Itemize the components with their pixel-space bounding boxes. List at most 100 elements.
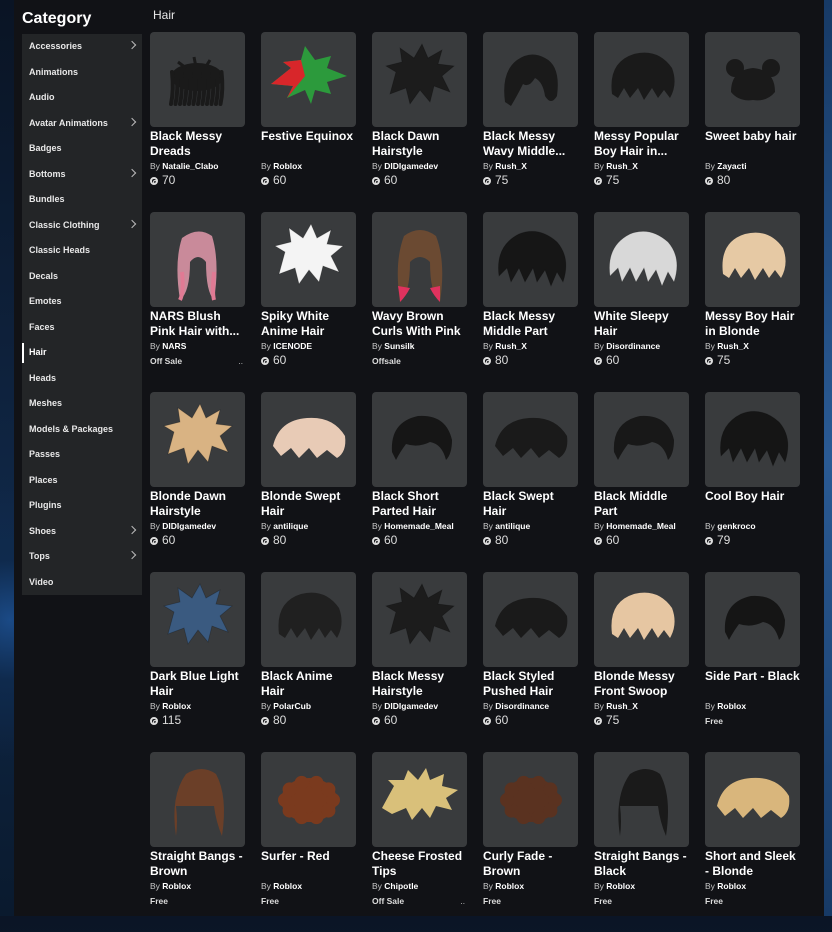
item-name[interactable]: Black Anime Hair [261, 669, 356, 699]
item-name[interactable]: White Sleepy Hair [594, 309, 689, 339]
sidebar-item-bottoms[interactable]: Bottoms [22, 162, 142, 188]
item-thumbnail[interactable] [705, 32, 800, 127]
item-name[interactable]: Cool Boy Hair [705, 489, 800, 519]
creator-link[interactable]: ICENODE [273, 341, 312, 351]
sidebar-item-faces[interactable]: Faces [22, 315, 142, 341]
sidebar-item-models-packages[interactable]: Models & Packages [22, 417, 142, 443]
sidebar-item-passes[interactable]: Passes [22, 442, 142, 468]
creator-link[interactable]: genkroco [717, 521, 755, 531]
creator-link[interactable]: Roblox [273, 881, 302, 891]
catalog-item-card[interactable]: Black Styled Pushed Hair By Disordinance 6… [483, 572, 578, 752]
item-thumbnail[interactable] [483, 752, 578, 847]
item-name[interactable]: Short and Sleek - Blonde [705, 849, 800, 879]
creator-link[interactable]: Disordinance [495, 701, 549, 711]
catalog-item-card[interactable]: Messy Boy Hair in Blonde By Rush_X 75 [705, 212, 800, 392]
creator-link[interactable]: NARS [162, 341, 186, 351]
item-thumbnail[interactable] [372, 392, 467, 487]
item-thumbnail[interactable] [483, 212, 578, 307]
creator-link[interactable]: Chipotle [384, 881, 418, 891]
item-thumbnail[interactable] [594, 212, 689, 307]
item-thumbnail[interactable] [150, 572, 245, 667]
creator-link[interactable]: Rush_X [495, 161, 527, 171]
item-name[interactable]: Spiky White Anime Hair [261, 309, 356, 339]
creator-link[interactable]: Sunsilk [384, 341, 414, 351]
item-thumbnail[interactable] [594, 572, 689, 667]
creator-link[interactable]: Zayacti [717, 161, 746, 171]
item-thumbnail[interactable] [594, 32, 689, 127]
creator-link[interactable]: DIDIgamedev [384, 701, 438, 711]
item-name[interactable]: Black Messy Middle Part [483, 309, 578, 339]
sidebar-item-audio[interactable]: Audio [22, 85, 142, 111]
catalog-item-card[interactable]: Blonde Dawn Hairstyle By DIDIgamedev 60 [150, 392, 245, 572]
sidebar-item-decals[interactable]: Decals [22, 264, 142, 290]
item-name[interactable]: Curly Fade - Brown [483, 849, 578, 879]
item-thumbnail[interactable] [372, 572, 467, 667]
item-thumbnail[interactable] [150, 392, 245, 487]
catalog-item-card[interactable]: Short and Sleek - Blonde By Roblox Free [705, 752, 800, 932]
item-name[interactable]: Black Short Parted Hair [372, 489, 467, 519]
catalog-item-card[interactable]: Surfer - Red By Roblox Free [261, 752, 356, 932]
catalog-item-card[interactable]: Dark Blue Light Hair By Roblox 115 [150, 572, 245, 752]
creator-link[interactable]: Rush_X [717, 341, 749, 351]
catalog-item-card[interactable]: Cheese Frosted Tips By Chipotle Off Sale.. [372, 752, 467, 932]
creator-link[interactable]: Roblox [717, 701, 746, 711]
item-name[interactable]: Straight Bangs - Black [594, 849, 689, 879]
creator-link[interactable]: Rush_X [495, 341, 527, 351]
creator-link[interactable]: Roblox [162, 881, 191, 891]
creator-link[interactable]: Disordinance [606, 341, 660, 351]
creator-link[interactable]: antilique [495, 521, 530, 531]
item-name[interactable]: Blonde Messy Front Swoop [594, 669, 689, 699]
catalog-item-card[interactable]: Wavy Brown Curls With Pink By Sunsilk Offs… [372, 212, 467, 392]
item-name[interactable]: Black Messy Dreads [150, 129, 245, 159]
creator-link[interactable]: DIDIgamedev [384, 161, 438, 171]
creator-link[interactable]: Roblox [495, 881, 524, 891]
catalog-item-card[interactable]: Straight Bangs - Black By Roblox Free [594, 752, 689, 932]
catalog-item-card[interactable]: Festive Equinox By Roblox 60 [261, 32, 356, 212]
sidebar-item-animations[interactable]: Animations [22, 60, 142, 86]
item-name[interactable]: Wavy Brown Curls With Pink [372, 309, 467, 339]
catalog-item-card[interactable]: NARS Blush Pink Hair with... By NARS Off S… [150, 212, 245, 392]
creator-link[interactable]: Natalie_Clabo [162, 161, 218, 171]
item-thumbnail[interactable] [150, 752, 245, 847]
item-name[interactable]: NARS Blush Pink Hair with... [150, 309, 245, 339]
sidebar-item-classic-clothing[interactable]: Classic Clothing [22, 213, 142, 239]
catalog-item-card[interactable]: Black Messy Middle Part By Rush_X 80 [483, 212, 578, 392]
item-name[interactable]: Festive Equinox [261, 129, 356, 159]
sidebar-item-classic-heads[interactable]: Classic Heads [22, 238, 142, 264]
creator-link[interactable]: DIDIgamedev [162, 521, 216, 531]
sidebar-item-emotes[interactable]: Emotes [22, 289, 142, 315]
sidebar-item-meshes[interactable]: Meshes [22, 391, 142, 417]
catalog-item-card[interactable]: Black Messy Wavy Middle... By Rush_X 75 [483, 32, 578, 212]
item-thumbnail[interactable] [261, 212, 356, 307]
catalog-item-card[interactable]: White Sleepy Hair By Disordinance 60 [594, 212, 689, 392]
item-name[interactable]: Surfer - Red [261, 849, 356, 879]
item-name[interactable]: Black Dawn Hairstyle [372, 129, 467, 159]
sidebar-item-tops[interactable]: Tops [22, 544, 142, 570]
sidebar-item-badges[interactable]: Badges [22, 136, 142, 162]
item-name[interactable]: Black Swept Hair [483, 489, 578, 519]
catalog-item-card[interactable]: Messy Popular Boy Hair in... By Rush_X 75 [594, 32, 689, 212]
item-name[interactable]: Dark Blue Light Hair [150, 669, 245, 699]
item-name[interactable]: Black Messy Wavy Middle... [483, 129, 578, 159]
item-thumbnail[interactable] [594, 752, 689, 847]
item-name[interactable]: Side Part - Black [705, 669, 800, 699]
sidebar-item-heads[interactable]: Heads [22, 366, 142, 392]
creator-link[interactable]: Homemade_Meal [606, 521, 675, 531]
item-thumbnail[interactable] [372, 752, 467, 847]
catalog-item-card[interactable]: Black Swept Hair By antilique 80 [483, 392, 578, 572]
catalog-item-card[interactable]: Black Short Parted Hair By Homemade_Meal 6… [372, 392, 467, 572]
sidebar-item-plugins[interactable]: Plugins [22, 493, 142, 519]
item-name[interactable]: Blonde Dawn Hairstyle [150, 489, 245, 519]
item-thumbnail[interactable] [483, 572, 578, 667]
item-thumbnail[interactable] [705, 392, 800, 487]
item-thumbnail[interactable] [705, 212, 800, 307]
creator-link[interactable]: Roblox [162, 701, 191, 711]
item-name[interactable]: Straight Bangs - Brown [150, 849, 245, 879]
catalog-item-card[interactable]: Sweet baby hair By Zayacti 80 [705, 32, 800, 212]
catalog-item-card[interactable]: Curly Fade - Brown By Roblox Free [483, 752, 578, 932]
item-name[interactable]: Sweet baby hair [705, 129, 800, 159]
catalog-item-card[interactable]: Black Anime Hair By PolarCub 80 [261, 572, 356, 752]
item-name[interactable]: Cheese Frosted Tips [372, 849, 467, 879]
catalog-item-card[interactable]: Black Middle Part By Homemade_Meal 60 [594, 392, 689, 572]
sidebar-item-places[interactable]: Places [22, 468, 142, 494]
